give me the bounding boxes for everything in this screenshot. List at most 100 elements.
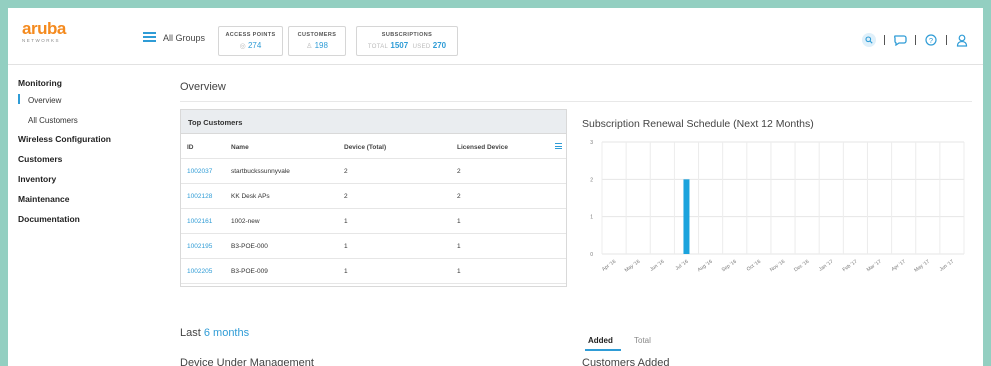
- time-range-prefix: Last: [180, 327, 201, 339]
- column-header-id[interactable]: ID: [187, 144, 194, 151]
- customer-id-link[interactable]: 1002205: [187, 268, 212, 275]
- subscriptions-used-label: USED: [412, 44, 431, 50]
- licensed-device: 1: [457, 268, 461, 275]
- customer-name: B3-POE-000: [231, 243, 268, 250]
- customers-added-title: Customers Added: [582, 357, 670, 366]
- subscriptions-used-value: 270: [432, 41, 447, 50]
- hamburger-menu-icon[interactable]: [143, 32, 156, 42]
- x-tick-label: Jul '16: [674, 259, 689, 272]
- customers-icon: ♙: [306, 43, 313, 50]
- nav-all-customers[interactable]: All Customers: [28, 116, 78, 125]
- y-tick-label: 2: [590, 177, 593, 183]
- column-header-device-total[interactable]: Device (Total): [344, 144, 386, 151]
- x-tick-label: Jun '17: [939, 259, 956, 273]
- licensed-device: 1: [457, 243, 461, 250]
- tab-total[interactable]: Total: [634, 336, 651, 345]
- customer-name: 1002-new: [231, 218, 260, 225]
- active-indicator: [18, 94, 20, 104]
- header-actions: ?: [862, 33, 969, 47]
- divider: [180, 101, 972, 102]
- x-tick-label: Jun '16: [649, 259, 666, 273]
- x-tick-label: Apr '17: [891, 259, 907, 273]
- customer-name: KK Desk APs: [231, 193, 270, 200]
- renewal-chart-title: Subscription Renewal Schedule (Next 12 M…: [582, 118, 814, 130]
- main-content: Overview Top Customers ID Name Device (T…: [170, 66, 983, 366]
- logo-wordmark: aruba: [22, 19, 66, 38]
- x-tick-label: May '17: [913, 259, 931, 274]
- y-tick-label: 1: [590, 215, 593, 221]
- x-tick-label: Feb '17: [842, 259, 859, 274]
- table-row: 1002205 B3-POE-009 1 1: [181, 259, 566, 284]
- column-menu-icon[interactable]: [555, 143, 562, 149]
- customer-name: B3-POE-009: [231, 268, 268, 275]
- device-total: 1: [344, 268, 348, 275]
- chat-icon[interactable]: [893, 33, 907, 47]
- access-points-value: 274: [247, 41, 262, 50]
- tab-added[interactable]: Added: [588, 336, 613, 345]
- customers-title: CUSTOMERS: [297, 32, 337, 38]
- subscriptions-total-value: 1507: [390, 41, 409, 50]
- time-range-selector[interactable]: 6 months: [204, 327, 249, 339]
- customer-id-link[interactable]: 1002195: [187, 243, 212, 250]
- user-icon[interactable]: [955, 33, 969, 47]
- aruba-logo[interactable]: aruba NETWORKS: [22, 20, 112, 43]
- search-icon[interactable]: [862, 33, 876, 47]
- app-window: aruba NETWORKS All Groups ACCESS POINTS …: [8, 8, 983, 366]
- x-tick-label: Sep '16: [721, 259, 738, 274]
- subscriptions-title: SUBSCRIPTIONS: [381, 32, 433, 38]
- time-range-heading: Last 6 months: [180, 327, 249, 339]
- licensed-device: 1: [457, 218, 461, 225]
- nav-overview[interactable]: Overview: [28, 96, 61, 105]
- customer-id-link[interactable]: 1002037: [187, 168, 212, 175]
- logo-subtitle: NETWORKS: [22, 38, 61, 43]
- x-tick-label: Aug '16: [697, 259, 714, 274]
- x-tick-label: Jan '17: [818, 259, 835, 273]
- subscriptions-total-label: TOTAL: [367, 44, 389, 50]
- nav-customers[interactable]: Customers: [18, 154, 62, 164]
- table-row: 1002195 B3-POE-000 1 1: [181, 234, 566, 259]
- table-row: 1002037 startbuckssunnyvale 2 2: [181, 159, 566, 184]
- renewal-chart: 0 1 2 3 Apr '16 May '16 Jun '16 Jul '16 Aug '16 S…: [590, 140, 965, 274]
- nav-inventory[interactable]: Inventory: [18, 174, 56, 184]
- nav-wireless-configuration[interactable]: Wireless Configuration: [18, 134, 111, 144]
- device-total: 2: [344, 193, 348, 200]
- customers-value: 198: [314, 41, 328, 50]
- nav-monitoring[interactable]: Monitoring: [18, 78, 62, 88]
- access-points-stat[interactable]: ACCESS POINTS ◎ 274: [218, 26, 283, 56]
- device-total: 1: [344, 243, 348, 250]
- help-icon[interactable]: ?: [924, 33, 938, 47]
- device-total: 1: [344, 218, 348, 225]
- table-header-row: ID Name Device (Total) Licensed Device: [181, 134, 566, 159]
- device-total: 2: [344, 168, 348, 175]
- chart-bar: [683, 179, 690, 254]
- column-header-name[interactable]: Name: [231, 144, 249, 151]
- licensed-device: 2: [457, 193, 461, 200]
- svg-text:?: ?: [929, 36, 933, 45]
- x-tick-label: Nov '16: [769, 259, 786, 274]
- x-tick-label: Oct '16: [746, 259, 762, 273]
- y-tick-label: 3: [590, 140, 593, 146]
- nav-maintenance[interactable]: Maintenance: [18, 194, 70, 204]
- y-tick-label: 0: [590, 252, 593, 258]
- subscriptions-stat[interactable]: SUBSCRIPTIONS TOTAL 1507 USED 270: [356, 26, 458, 56]
- access-point-icon: ◎: [239, 43, 246, 50]
- customer-id-link[interactable]: 1002128: [187, 193, 212, 200]
- x-tick-label: Apr '16: [601, 259, 617, 273]
- customer-id-link[interactable]: 1002161: [187, 218, 212, 225]
- column-header-licensed-device[interactable]: Licensed Device: [457, 144, 508, 151]
- access-points-title: ACCESS POINTS: [225, 32, 276, 38]
- group-selector[interactable]: All Groups: [163, 33, 205, 43]
- device-management-title: Device Under Management: [180, 357, 314, 366]
- active-tab-underline: [585, 349, 621, 351]
- customer-name: startbuckssunnyvale: [231, 168, 290, 175]
- customers-stat[interactable]: CUSTOMERS ♙ 198: [288, 26, 346, 56]
- top-customers-title: Top Customers: [181, 110, 566, 134]
- x-tick-label: Mar '17: [866, 259, 883, 274]
- top-header: aruba NETWORKS All Groups ACCESS POINTS …: [8, 8, 983, 65]
- nav-documentation[interactable]: Documentation: [18, 214, 80, 224]
- licensed-device: 2: [457, 168, 461, 175]
- x-tick-label: May '16: [624, 259, 642, 274]
- top-customers-panel: Top Customers ID Name Device (Total) Lic…: [180, 109, 567, 287]
- x-tick-label: Dec '16: [793, 259, 810, 274]
- sidebar: Monitoring Overview All Customers Wirele…: [8, 66, 170, 366]
